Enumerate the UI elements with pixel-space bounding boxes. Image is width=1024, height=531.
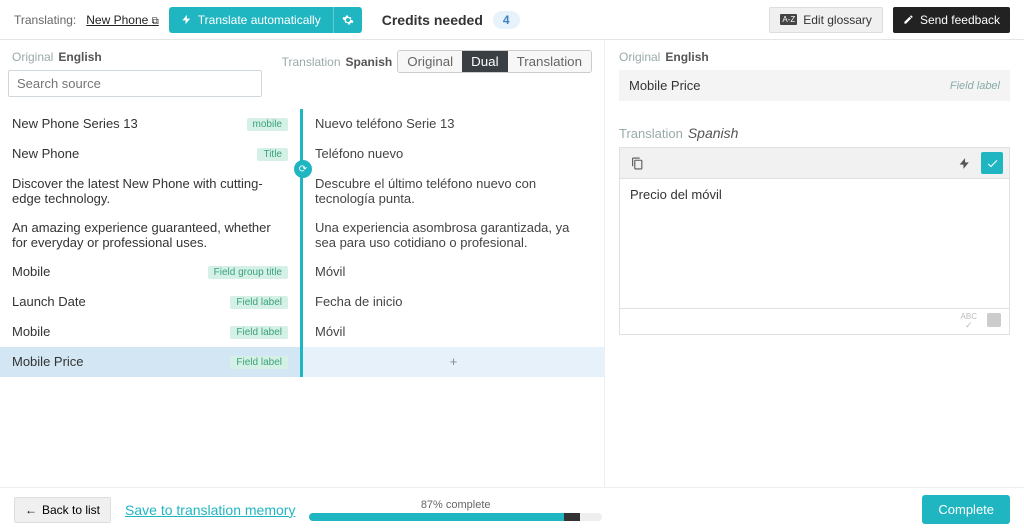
expand-icon[interactable] [987, 313, 1001, 327]
target-text: Nuevo teléfono Serie 13 [315, 116, 592, 131]
source-cell: New Phone Series 13 mobile [0, 109, 300, 139]
source-text: New Phone [12, 146, 251, 161]
source-text: Mobile [12, 324, 224, 339]
target-text: Fecha de inicio [315, 294, 592, 309]
back-to-list-button[interactable]: ← Back to list [14, 497, 111, 523]
source-text: New Phone Series 13 [12, 116, 241, 131]
pencil-icon [903, 14, 914, 25]
source-cell: An amazing experience guaranteed, whethe… [0, 213, 300, 257]
source-text: Discover the latest New Phone with cutti… [12, 176, 288, 206]
editor-footer: ABC ✓ [619, 309, 1010, 335]
source-cell: Mobile Field group title [0, 257, 300, 287]
topbar: Translating: New Phone ⧉ Translate autom… [0, 0, 1024, 40]
type-tag: Field label [230, 326, 288, 339]
edit-glossary-button[interactable]: A-Z Edit glossary [769, 7, 883, 33]
translation-rows: New Phone Series 13 mobile Nuevo teléfono … [0, 109, 604, 377]
view-dual-tab[interactable]: Dual [462, 51, 507, 72]
glossary-icon: A-Z [780, 14, 797, 25]
source-cell: New Phone Title [0, 139, 300, 169]
gear-icon [342, 14, 354, 26]
confirm-button[interactable] [981, 152, 1003, 174]
type-tag: Field group title [208, 266, 288, 279]
credits-badge: 4 [493, 11, 520, 29]
translation-row[interactable]: An amazing experience guaranteed, whethe… [0, 213, 604, 257]
target-cell: + [300, 347, 604, 377]
progress: 87% complete [309, 499, 601, 521]
source-text: Mobile Price [12, 354, 224, 369]
send-feedback-button[interactable]: Send feedback [893, 7, 1010, 33]
source-cell: Mobile Price Field label [0, 347, 300, 377]
copy-source-button[interactable] [626, 152, 648, 174]
target-cell: Fecha de inicio [300, 287, 604, 317]
target-cell: Móvil [300, 317, 604, 347]
progress-fill [309, 513, 563, 521]
type-tag: Field label [230, 356, 288, 369]
save-to-tm-link[interactable]: Save to translation memory [125, 502, 295, 518]
translation-row[interactable]: New Phone Series 13 mobile Nuevo teléfono … [0, 109, 604, 139]
credits-needed-label: Credits needed [382, 12, 483, 28]
translation-row[interactable]: Mobile Price Field label + [0, 347, 604, 377]
auto-translate-button[interactable] [953, 152, 975, 174]
view-toggle: Original Dual Translation [397, 50, 592, 73]
editor-toolbar [619, 147, 1010, 179]
spellcheck-icon[interactable]: ABC ✓ [961, 313, 977, 330]
detail-panel: Original English Mobile Price Field labe… [605, 40, 1024, 487]
view-translation-tab[interactable]: Translation [508, 51, 591, 72]
type-tag: Title [257, 148, 288, 161]
target-cell: Teléfono nuevo [300, 139, 604, 169]
translate-settings-button[interactable] [333, 7, 362, 33]
footer: ← Back to list Save to translation memor… [0, 487, 1024, 531]
target-text: Descubre el último teléfono nuevo con te… [315, 176, 592, 206]
main: Original English Translation Spanish Ori… [0, 40, 1024, 487]
progress-bar [309, 513, 601, 521]
progress-label: 87% complete [421, 499, 491, 511]
sync-icon[interactable]: ⟳ [294, 160, 312, 178]
external-link-icon: ⧉ [152, 16, 159, 27]
source-text: An amazing experience guaranteed, whethe… [12, 220, 288, 250]
target-cell: Nuevo teléfono Serie 13 [300, 109, 604, 139]
target-cell: Una experiencia asombrosa garantizada, y… [300, 213, 604, 257]
source-cell: Launch Date Field label [0, 287, 300, 317]
search-input[interactable] [8, 70, 262, 97]
detail-original-header: Original English [619, 50, 1010, 70]
translation-row[interactable]: Launch Date Field label Fecha de inicio [0, 287, 604, 317]
target-text: Móvil [315, 264, 592, 279]
source-cell: Discover the latest New Phone with cutti… [0, 169, 300, 213]
arrow-left-icon: ← [25, 503, 37, 517]
translate-automatically-button[interactable]: Translate automatically [169, 7, 333, 33]
plus-icon[interactable]: + [450, 354, 458, 369]
target-text: Teléfono nuevo [315, 146, 592, 161]
detail-translation-header: Translation Spanish [619, 101, 1010, 147]
bolt-icon [181, 14, 192, 25]
translation-row[interactable]: Mobile Field label Móvil [0, 317, 604, 347]
view-original-tab[interactable]: Original [398, 51, 462, 72]
type-tag: mobile [247, 118, 288, 131]
target-cell: Descubre el último teléfono nuevo con te… [300, 169, 604, 213]
translation-row[interactable]: Discover the latest New Phone with cutti… [0, 169, 604, 213]
source-header: Original English [0, 40, 270, 70]
type-tag: Field label [230, 296, 288, 309]
target-text: Una experiencia asombrosa garantizada, y… [315, 220, 592, 250]
target-text: Móvil [315, 324, 592, 339]
source-column: Original English [0, 40, 270, 109]
target-header: Translation Spanish Original Dual Transl… [270, 40, 604, 79]
detail-original-text: Mobile Price Field label [619, 70, 1010, 101]
target-column: Translation Spanish Original Dual Transl… [270, 40, 604, 109]
source-text: Launch Date [12, 294, 224, 309]
translating-label: Translating: [14, 13, 76, 27]
source-cell: Mobile Field label [0, 317, 300, 347]
translation-editor[interactable]: Precio del móvil [619, 179, 1010, 309]
field-label-tag: Field label [950, 80, 1000, 92]
source-text: Mobile [12, 264, 202, 279]
target-cell: Móvil [300, 257, 604, 287]
project-link[interactable]: New Phone ⧉ [86, 13, 159, 27]
complete-button[interactable]: Complete [922, 495, 1010, 524]
translation-row[interactable]: Mobile Field group title Móvil [0, 257, 604, 287]
left-columns: Original English Translation Spanish Ori… [0, 40, 605, 487]
